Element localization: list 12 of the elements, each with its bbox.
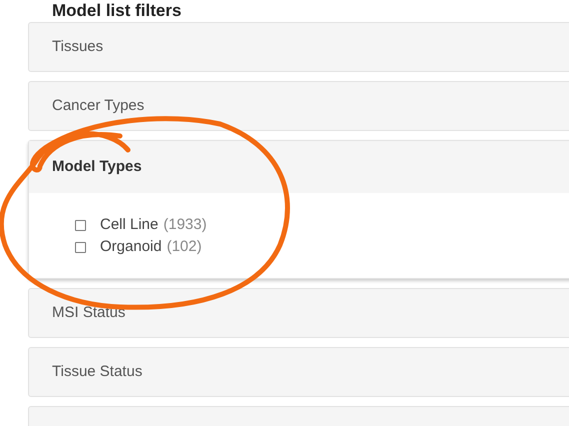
panel-title[interactable]: Cancer Types xyxy=(52,94,144,118)
option-label: Organoid xyxy=(100,237,162,258)
option-label: Cell Line xyxy=(100,215,158,236)
section-heading: Model list filters xyxy=(52,2,182,20)
panel-title[interactable]: Tissues xyxy=(52,36,104,58)
option-count: (102) xyxy=(166,237,202,258)
panel-title[interactable]: Model Types xyxy=(52,156,142,178)
panel-title[interactable]: Tissue Status xyxy=(52,360,142,384)
panel-title[interactable]: MSI Status xyxy=(52,302,126,324)
checkbox[interactable] xyxy=(75,242,86,253)
option-count: (1933) xyxy=(163,215,207,236)
checkbox[interactable] xyxy=(75,220,86,231)
